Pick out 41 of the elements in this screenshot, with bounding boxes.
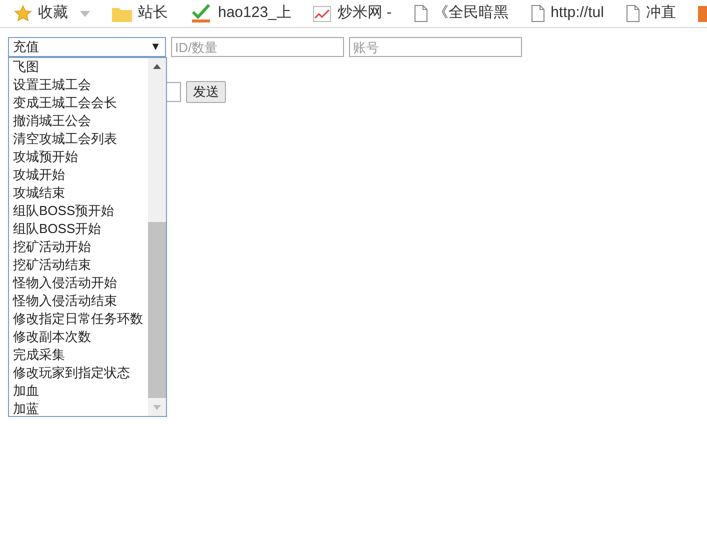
dropdown-option[interactable]: 怪物入侵活动开始 — [9, 274, 148, 292]
chart-icon — [313, 6, 332, 22]
input-field[interactable]: 账号 — [349, 37, 522, 57]
dropdown-option[interactable]: 攻城预开始 — [9, 148, 148, 166]
dropdown-option[interactable]: 怪物入侵活动结束 — [9, 292, 148, 310]
dropdown-option[interactable]: 加血 — [9, 382, 148, 400]
dropdown-option[interactable]: 攻城开始 — [9, 166, 148, 184]
dropdown-option[interactable]: 组队BOSS开始 — [9, 220, 148, 238]
bookmark-item[interactable]: 收藏 — [14, 2, 90, 25]
bookmark-item[interactable]: 冲直 — [626, 2, 676, 25]
bookmark-item[interactable]: hao123_上 — [190, 2, 292, 25]
page-icon — [626, 5, 640, 22]
select-field[interactable]: 充值 ▼ — [8, 37, 166, 57]
dropdown-option[interactable]: 修改副本次数 — [9, 328, 148, 346]
dropdown-option[interactable]: 挖矿活动结束 — [9, 256, 148, 274]
dropdown-option[interactable]: 清空攻城工会列表 — [9, 130, 148, 148]
dropdown-option[interactable]: 挖矿活动开始 — [9, 238, 148, 256]
star-icon — [14, 5, 32, 22]
dropdown-option[interactable]: 飞图 — [9, 58, 148, 76]
bookmark-item[interactable]: 《全民暗黑 — [414, 2, 509, 25]
input-field[interactable]: ID/数量 — [171, 37, 344, 57]
dropdown-option[interactable]: 变成王城工会会长 — [9, 94, 148, 112]
dropdown-option[interactable]: 加蓝 — [9, 400, 148, 418]
check-logo-icon — [190, 4, 212, 24]
dropdown-option[interactable]: 完成采集 — [9, 346, 148, 364]
send-button[interactable]: 发送 — [186, 81, 226, 103]
page-icon — [414, 5, 428, 22]
dropdown-option[interactable]: 攻城结束 — [9, 184, 148, 202]
bookmark-item[interactable]: http://tul — [530, 2, 604, 25]
folder-icon — [112, 6, 132, 22]
dropdown-option[interactable]: 修改指定日常任务环数 — [9, 310, 148, 328]
dropdown-option[interactable]: 组队BOSS预开始 — [9, 202, 148, 220]
dropdown-option[interactable]: 修改玩家到指定状态 — [9, 364, 148, 382]
dropdown-option[interactable]: 撤消城王公会 — [9, 112, 148, 130]
bookmark-item[interactable]: 炒米网 - — [313, 2, 392, 25]
dropdown-option[interactable]: 设置王城工会 — [9, 76, 148, 94]
page-icon — [530, 5, 545, 22]
scrollbar-thumb[interactable] — [148, 222, 166, 398]
caret-icon — [80, 10, 90, 16]
bookmark-item[interactable]: 站长 — [112, 2, 168, 25]
scrollbar[interactable] — [148, 58, 166, 416]
